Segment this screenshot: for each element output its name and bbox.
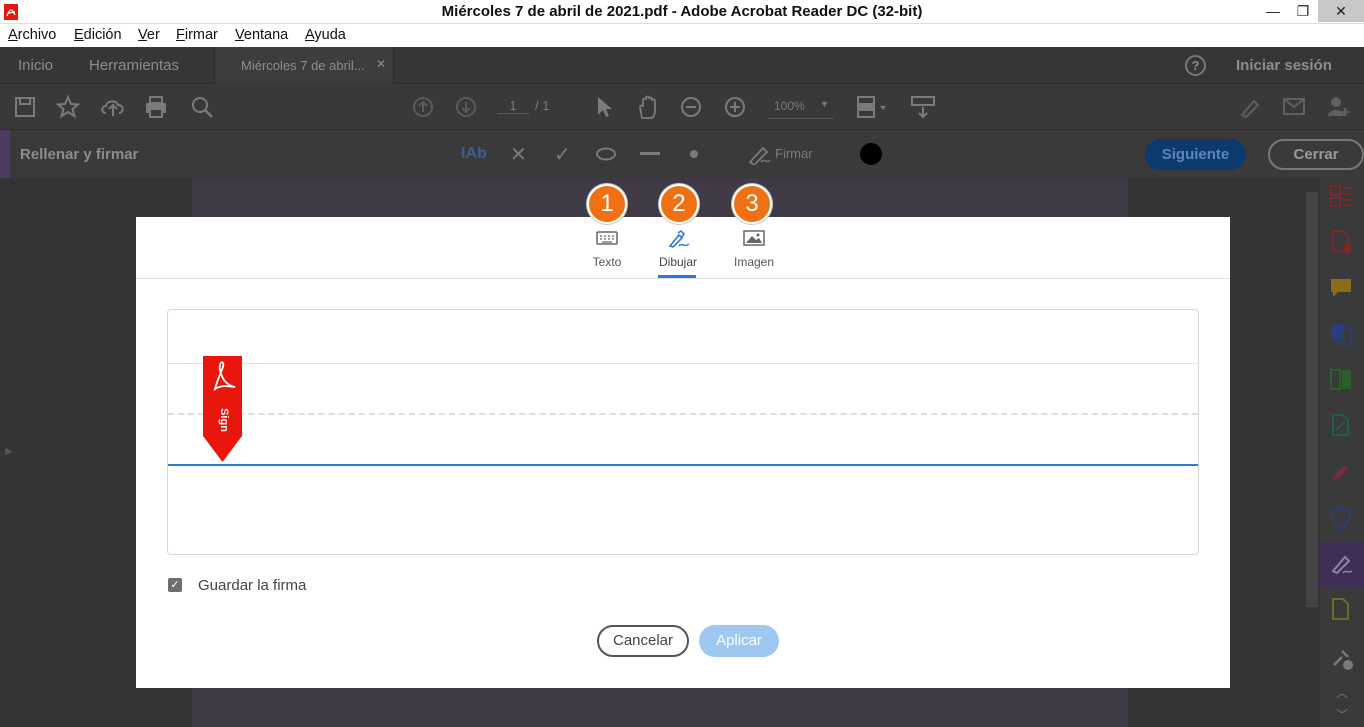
zoom-select[interactable]: 100% ▼ <box>768 93 834 119</box>
expand-left-panel-icon[interactable]: ▶ <box>5 446 13 457</box>
send-for-signature-icon[interactable] <box>1328 597 1354 623</box>
tab-texto[interactable]: Texto <box>577 217 637 279</box>
close-fill-sign-button[interactable]: Cerrar <box>1268 139 1364 170</box>
guide-line-top <box>168 363 1198 364</box>
page-number-input[interactable]: 1 <box>497 98 529 114</box>
pen-draw-icon <box>668 230 690 248</box>
zoom-search-icon[interactable] <box>190 95 214 119</box>
chevron-up-icon[interactable]: ︿ <box>1336 684 1348 701</box>
tab-imagen[interactable]: Imagen <box>724 217 784 279</box>
vertical-scrollbar[interactable] <box>1304 178 1320 727</box>
tab-texto-label: Texto <box>592 255 622 269</box>
sign-flag-label: Sign <box>218 408 230 432</box>
sign-label[interactable]: Firmar <box>775 146 813 161</box>
tab-document[interactable]: Miércoles 7 de abril... ✕ <box>214 47 394 84</box>
select-arrow-icon[interactable] <box>594 95 614 119</box>
step-badge-2: 2 <box>659 184 699 224</box>
tab-bar: Inicio Herramientas Miércoles 7 de abril… <box>0 47 1364 84</box>
create-pdf-icon[interactable] <box>1328 229 1354 255</box>
add-text-tool[interactable]: IAb <box>461 145 487 163</box>
apply-button[interactable]: Aplicar <box>699 625 779 657</box>
step-badge-1: 1 <box>587 184 627 224</box>
tab-dibujar-label: Dibujar <box>658 255 697 269</box>
tab-home[interactable]: Inicio <box>18 57 53 74</box>
comment-icon[interactable] <box>1328 275 1354 301</box>
menu-ayuda[interactable]: Ayuda <box>305 27 346 43</box>
menu-ver[interactable]: Ver <box>138 27 160 43</box>
dialog-tabs: Texto Dibujar Imagen <box>136 217 1230 279</box>
next-button[interactable]: Siguiente <box>1145 139 1246 170</box>
mail-icon[interactable] <box>1282 97 1306 117</box>
window-title: Miércoles 7 de abril de 2021.pdf - Adobe… <box>441 3 923 20</box>
save-icon[interactable] <box>14 96 36 118</box>
color-swatch-icon[interactable] <box>859 142 883 166</box>
signature-baseline <box>168 464 1198 466</box>
maximize-button[interactable]: ❐ <box>1286 0 1320 22</box>
hand-tool-icon[interactable] <box>636 94 660 120</box>
tab-dibujar[interactable]: Dibujar <box>648 217 708 279</box>
zoom-value: 100% <box>774 99 805 113</box>
main-toolbar: 1 / 1 100% ▼ <box>0 84 1364 130</box>
star-icon[interactable] <box>56 95 80 119</box>
checkmark-icon[interactable]: ✓ <box>554 142 571 167</box>
menu-archivo[interactable]: Archivo <box>8 27 56 43</box>
tab-close-icon[interactable]: ✕ <box>376 57 386 71</box>
organize-pages-icon[interactable] <box>1328 183 1354 209</box>
keyboard-icon <box>596 231 618 245</box>
menu-edicion[interactable]: Edición <box>74 27 122 43</box>
more-tools-icon[interactable] <box>1328 645 1354 671</box>
dot-icon[interactable] <box>689 149 699 159</box>
save-signature-checkbox[interactable]: ✓ <box>168 578 182 592</box>
zoom-in-icon[interactable] <box>724 96 746 118</box>
scrollbar-thumb[interactable] <box>1306 192 1318 607</box>
image-icon <box>743 230 765 246</box>
title-bar: Miércoles 7 de abril de 2021.pdf - Adobe… <box>0 0 1364 24</box>
upload-cloud-icon[interactable] <box>100 95 126 119</box>
protect-shield-icon[interactable] <box>1328 505 1354 531</box>
keyboard-scroll-icon[interactable] <box>910 94 936 120</box>
add-user-icon[interactable] <box>1326 94 1352 120</box>
menu-ventana[interactable]: Ventana <box>235 27 288 43</box>
sign-pen-icon <box>1331 555 1353 575</box>
sign-here-flag: Sign <box>203 356 242 462</box>
fill-sign-title: Rellenar y firmar <box>20 146 139 163</box>
cancel-button[interactable]: Cancelar <box>597 625 689 657</box>
menu-firmar[interactable]: Firmar <box>176 27 218 43</box>
fill-sign-icon[interactable] <box>1328 459 1354 485</box>
signature-draw-area[interactable] <box>167 309 1199 555</box>
print-icon[interactable] <box>144 95 168 119</box>
menu-bar: Archivo Edición Ver Firmar Ventana Ayuda <box>0 24 1364 47</box>
tab-imagen-label: Imagen <box>733 255 775 269</box>
chevron-down-icon: ▼ <box>820 99 829 109</box>
tab-document-label: Miércoles 7 de abril... <box>241 58 365 73</box>
fill-sign-tool-active[interactable] <box>1320 541 1364 587</box>
close-window-button[interactable]: ✕ <box>1318 0 1364 22</box>
export-pdf-icon[interactable] <box>1328 321 1354 347</box>
fill-sign-toolbar: Rellenar y firmar IAb ✕ ✓ Firmar Siguien… <box>0 130 1364 178</box>
minimize-button[interactable]: — <box>1256 0 1290 22</box>
sign-request-icon[interactable] <box>1238 95 1262 119</box>
zoom-out-icon[interactable] <box>680 96 702 118</box>
line-icon[interactable] <box>639 152 661 156</box>
tab-tools[interactable]: Herramientas <box>89 57 179 74</box>
sign-pen-icon[interactable] <box>747 143 773 165</box>
compare-files-icon[interactable] <box>1328 367 1354 393</box>
page-fit-icon[interactable] <box>856 95 890 119</box>
cross-mark-icon[interactable]: ✕ <box>510 142 527 167</box>
page-down-icon[interactable] <box>455 96 477 118</box>
edit-pdf-icon[interactable] <box>1328 413 1354 439</box>
signin-link[interactable]: Iniciar sesión <box>1236 57 1332 74</box>
page-total: / 1 <box>535 98 550 113</box>
save-signature-label[interactable]: Guardar la firma <box>198 577 306 594</box>
step-badge-3: 3 <box>732 184 772 224</box>
page-up-icon[interactable] <box>412 96 434 118</box>
guide-line-dashed <box>168 413 1198 415</box>
help-icon[interactable]: ? <box>1185 55 1206 76</box>
ellipse-icon[interactable] <box>595 147 617 161</box>
active-tab-indicator <box>658 275 696 278</box>
chevron-down-icon[interactable]: ﹀ <box>1336 706 1348 723</box>
